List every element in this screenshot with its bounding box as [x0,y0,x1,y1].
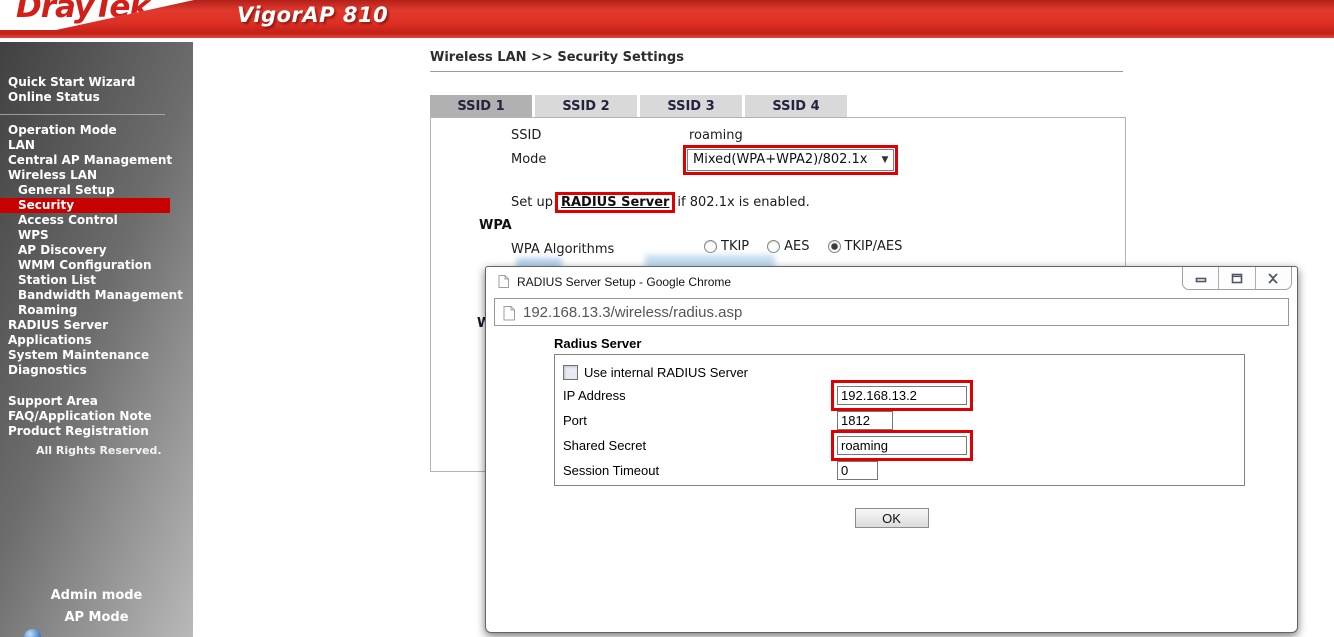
session-timeout-input[interactable] [837,461,878,480]
window-controls [1182,267,1292,290]
sidebar-item-access-control[interactable]: Access Control [0,213,193,228]
tab-ssid-3[interactable]: SSID 3 [640,95,742,117]
popup-titlebar[interactable]: RADIUS Server Setup - Google Chrome [486,267,1297,297]
sidebar-item-bandwidth-management[interactable]: Bandwidth Management [0,288,193,303]
radio-option-aes[interactable]: AES [767,239,810,254]
session-timeout-label: Session Timeout [563,463,660,478]
sidebar-item-wps[interactable]: WPS [0,228,193,243]
ip-address-highlight [831,380,973,411]
sidebar-item-ap-discovery[interactable]: AP Discovery [0,243,193,258]
ip-address-input[interactable] [837,386,967,405]
radius-server-heading: Radius Server [554,336,642,351]
wpa-heading: WPA [479,218,512,233]
sidebar-item-security[interactable]: Security [0,198,170,213]
port-label: Port [563,413,587,428]
sidebar-item-wireless-lan[interactable]: Wireless LAN [0,168,193,183]
mode-select-highlight: Mixed(WPA+WPA2)/802.1x ▼ [683,145,899,175]
maximize-button[interactable] [1218,267,1254,289]
sidebar-item-system-maintenance[interactable]: System Maintenance [0,348,193,363]
page-icon [498,275,509,288]
header-banner: DrayTek VigorAP 810 [0,0,1334,38]
radius-server-fieldset: Use internal RADIUS Server IP Address Po… [554,354,1245,486]
maximize-icon [1231,273,1243,283]
address-bar[interactable]: 192.168.13.3/wireless/radius.asp [494,298,1289,326]
sidebar-item-roaming[interactable]: Roaming [0,303,193,318]
radius-link-highlight: RADIUS Server [554,192,676,213]
port-input[interactable] [837,411,893,430]
session-timeout-row: Session Timeout [563,458,1236,483]
sidebar-item-diagnostics[interactable]: Diagnostics [0,363,193,378]
ssid-label: SSID [511,128,542,143]
sidebar-item-online-status[interactable]: Online Status [0,90,193,105]
rights-note: All Rights Reserved. [36,444,162,457]
url-text: 192.168.13.3/wireless/radius.asp [523,303,743,321]
radio-option-tkip[interactable]: TKIP [704,239,749,254]
sidebar-item-general-setup[interactable]: General Setup [0,183,193,198]
mode-links: Admin mode AP Mode [0,588,193,632]
close-icon [1268,272,1278,284]
radio-selected-icon [827,240,841,253]
radius-note: Set up RADIUS Server if 802.1x is enable… [511,192,810,213]
wpa-algorithms-label: WPA Algorithms [511,242,615,257]
sidebar-item-product-registration[interactable]: Product Registration [0,424,193,439]
ip-address-row: IP Address [563,380,1236,411]
shared-secret-row: Shared Secret [563,430,1236,461]
tab-ssid-1[interactable]: SSID 1 [430,95,532,117]
ap-mode-link[interactable]: AP Mode [0,610,193,625]
admin-mode-link[interactable]: Admin mode [0,588,193,603]
mode-label: Mode [511,152,547,167]
radius-server-setup-window: RADIUS Server Setup - Google Chrome 192.… [485,266,1298,633]
close-button[interactable] [1254,267,1291,289]
sidebar-item-station-list[interactable]: Station List [0,273,193,288]
radio-option-tkip-aes[interactable]: TKIP/AES [827,239,902,254]
sidebar-item-operation-mode[interactable]: Operation Mode [0,123,193,138]
sidebar-item-central-ap-management[interactable]: Central AP Management [0,153,193,168]
radio-icon [767,240,781,253]
shared-secret-label: Shared Secret [563,438,647,453]
sidebar-item-applications[interactable]: Applications [0,333,193,348]
vigorap-admin-page: DrayTek VigorAP 810 Quick Start Wizard O… [0,0,1334,637]
logo-background: DrayTek [0,0,194,31]
shared-secret-input[interactable] [837,436,967,455]
tab-ssid-4[interactable]: SSID 4 [745,95,847,117]
wpa-algorithm-options: TKIP AES TKIP/AES [704,239,902,254]
tab-ssid-2[interactable]: SSID 2 [535,95,637,117]
minimize-icon [1195,277,1206,283]
sidebar-item-support-area[interactable]: Support Area [0,394,193,409]
radio-icon [704,240,717,253]
chevron-down-icon: ▼ [881,154,889,165]
sidebar-item-radius-server[interactable]: RADIUS Server [0,318,193,333]
breadcrumb: Wireless LAN >> Security Settings [430,50,684,65]
ip-address-label: IP Address [563,388,626,403]
ssid-value: roaming [689,128,743,143]
sidebar-divider [0,114,165,115]
mode-select[interactable]: Mixed(WPA+WPA2)/802.1x ▼ [687,149,895,171]
product-title: VigorAP 810 [237,3,389,27]
sidebar-item-wmm-configuration[interactable]: WMM Configuration [0,258,193,273]
shared-secret-highlight [831,430,973,461]
sidebar: Quick Start Wizard Online Status Operati… [0,42,193,637]
ok-button[interactable]: OK [854,508,929,528]
page-icon [503,305,515,320]
checkbox-label: Use internal RADIUS Server [584,364,748,380]
breadcrumb-divider [430,71,1123,72]
draytek-logo: DrayTek [16,0,150,25]
popup-body: Radius Server Use internal RADIUS Server… [486,326,1297,632]
use-internal-radius-checkbox[interactable] [563,364,578,380]
sidebar-item-lan[interactable]: LAN [0,138,193,153]
radius-server-link[interactable]: RADIUS Server [558,195,672,210]
sidebar-item-faq-application-note[interactable]: FAQ/Application Note [0,409,193,424]
sidebar-item-quick-start-wizard[interactable]: Quick Start Wizard [0,75,193,90]
minimize-button[interactable] [1183,267,1218,289]
popup-title: RADIUS Server Setup - Google Chrome [517,275,732,289]
ssid-tabs: SSID 1 SSID 2 SSID 3 SSID 4 [430,95,847,117]
